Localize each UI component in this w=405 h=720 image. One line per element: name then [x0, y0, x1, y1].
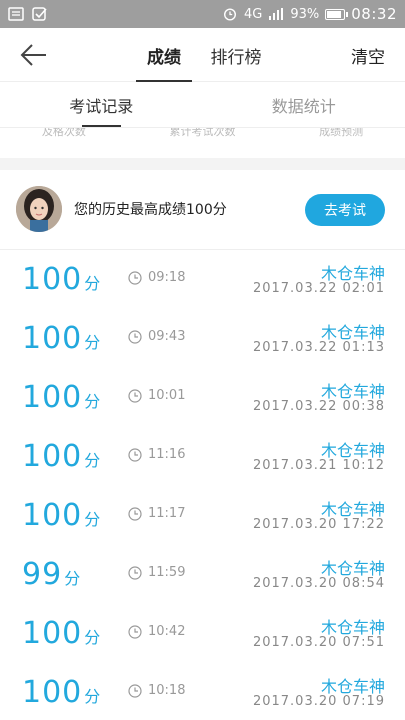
- score-unit: 分: [64, 569, 81, 588]
- tab-exam-records[interactable]: 考试记录: [0, 82, 203, 127]
- record-timestamp: 2017.03.20 07:19: [252, 694, 385, 709]
- record-score: 100 分: [22, 498, 100, 533]
- record-row[interactable]: 100 分 11:17 木仓车神 2017.03.20 17:22: [0, 486, 405, 545]
- clock-icon: [128, 565, 142, 580]
- score-unit: 分: [84, 333, 101, 352]
- scrolled-stat-labels: 及格次数 累计考试次数 成绩预测: [0, 128, 405, 142]
- score-value: 100: [22, 439, 83, 474]
- alarm-icon: [222, 7, 238, 21]
- section-divider: [0, 158, 405, 170]
- app-badge-icon: [32, 7, 48, 21]
- record-row[interactable]: 100 分 11:16 木仓车神 2017.03.21 10:12: [0, 427, 405, 486]
- status-left: [8, 7, 48, 21]
- status-bar: 4G 93% 08:32: [0, 0, 405, 28]
- record-score: 100 分: [22, 616, 100, 651]
- record-row[interactable]: 100 分 10:18 木仓车神 2017.03.20 07:19: [0, 663, 405, 720]
- tab-scores[interactable]: 成绩: [128, 28, 200, 82]
- record-score: 100 分: [22, 675, 100, 710]
- go-exam-button[interactable]: 去考试: [305, 194, 385, 226]
- duration-text: 10:42: [148, 624, 186, 639]
- record-timestamp: 2017.03.20 08:54: [252, 576, 385, 591]
- stat-label-total-exams: 累计考试次数: [169, 128, 236, 138]
- sub-tabs: 考试记录 数据统计: [0, 82, 405, 128]
- stat-label-prediction: 成绩预测: [319, 128, 364, 138]
- clock-icon: [128, 270, 142, 285]
- record-row[interactable]: 99 分 11:59 木仓车神 2017.03.20 08:54: [0, 545, 405, 604]
- back-arrow-icon: [20, 44, 46, 66]
- record-score: 100 分: [22, 262, 100, 297]
- record-duration: 11:16: [128, 447, 185, 462]
- header: 成绩 排行榜 清空: [0, 28, 405, 82]
- status-clock: 08:32: [351, 5, 397, 23]
- duration-text: 09:43: [148, 329, 186, 344]
- score-value: 100: [22, 498, 83, 533]
- score-unit: 分: [84, 451, 101, 470]
- best-score-text: 您的历史最高成绩100分: [74, 202, 227, 218]
- duration-text: 09:18: [148, 270, 186, 285]
- top-tabs: 成绩 排行榜: [128, 28, 272, 82]
- best-score-row: 您的历史最高成绩100分 去考试: [0, 170, 405, 250]
- score-unit: 分: [84, 392, 101, 411]
- score-value: 100: [22, 262, 83, 297]
- score-unit: 分: [84, 274, 101, 293]
- record-score: 100 分: [22, 380, 100, 415]
- duration-text: 10:01: [148, 388, 186, 403]
- signal-icon: [268, 7, 284, 21]
- record-duration: 09:43: [128, 329, 185, 344]
- duration-text: 11:17: [148, 506, 186, 521]
- record-row[interactable]: 100 分 10:01 木仓车神 2017.03.22 00:38: [0, 368, 405, 427]
- score-value: 100: [22, 380, 83, 415]
- record-duration: 11:17: [128, 506, 185, 521]
- duration-text: 11:59: [148, 565, 186, 580]
- score-unit: 分: [84, 687, 101, 706]
- clock-icon: [128, 388, 142, 403]
- record-row[interactable]: 100 分 09:43 木仓车神 2017.03.22 01:13: [0, 309, 405, 368]
- score-value: 100: [22, 616, 83, 651]
- record-row[interactable]: 100 分 09:18 木仓车神 2017.03.22 02:01: [0, 250, 405, 309]
- record-row[interactable]: 100 分 10:42 木仓车神 2017.03.20 07:51: [0, 604, 405, 663]
- battery-percent: 93%: [290, 6, 320, 22]
- status-right: 4G 93% 08:32: [222, 5, 397, 23]
- record-duration: 11:59: [128, 565, 185, 580]
- tab-data-statistics[interactable]: 数据统计: [203, 82, 405, 127]
- clock-icon: [128, 624, 142, 639]
- notification-icon: [8, 7, 24, 21]
- score-value: 100: [22, 675, 83, 710]
- tab-leaderboard[interactable]: 排行榜: [200, 28, 272, 82]
- record-timestamp: 2017.03.20 17:22: [252, 517, 385, 532]
- network-type: 4G: [244, 6, 263, 22]
- record-score: 100 分: [22, 439, 100, 474]
- record-duration: 10:01: [128, 388, 185, 403]
- record-timestamp: 2017.03.22 01:13: [252, 340, 385, 355]
- record-score: 100 分: [22, 321, 100, 356]
- record-duration: 09:18: [128, 270, 185, 285]
- record-timestamp: 2017.03.21 10:12: [252, 458, 385, 473]
- duration-text: 11:16: [148, 447, 186, 462]
- record-duration: 10:18: [128, 683, 185, 698]
- record-timestamp: 2017.03.22 02:01: [252, 281, 385, 296]
- duration-text: 10:18: [148, 683, 186, 698]
- avatar[interactable]: [16, 186, 62, 232]
- record-timestamp: 2017.03.22 00:38: [252, 399, 385, 414]
- score-unit: 分: [84, 510, 101, 529]
- clock-icon: [128, 329, 142, 344]
- score-value: 99: [22, 557, 63, 592]
- score-value: 100: [22, 321, 83, 356]
- battery-fill: [327, 10, 342, 18]
- record-score: 99 分: [22, 557, 80, 592]
- clear-button[interactable]: 清空: [351, 28, 385, 82]
- score-unit: 分: [84, 628, 101, 647]
- clock-icon: [128, 447, 142, 462]
- clock-icon: [128, 506, 142, 521]
- record-timestamp: 2017.03.20 07:51: [252, 635, 385, 650]
- record-duration: 10:42: [128, 624, 185, 639]
- clock-icon: [128, 683, 142, 698]
- battery-icon: [325, 8, 349, 20]
- records-list: 100 分 09:18 木仓车神 2017.03.22 02:01 100 分 …: [0, 250, 405, 720]
- stat-label-pass-count: 及格次数: [41, 128, 86, 138]
- back-button[interactable]: [18, 40, 50, 70]
